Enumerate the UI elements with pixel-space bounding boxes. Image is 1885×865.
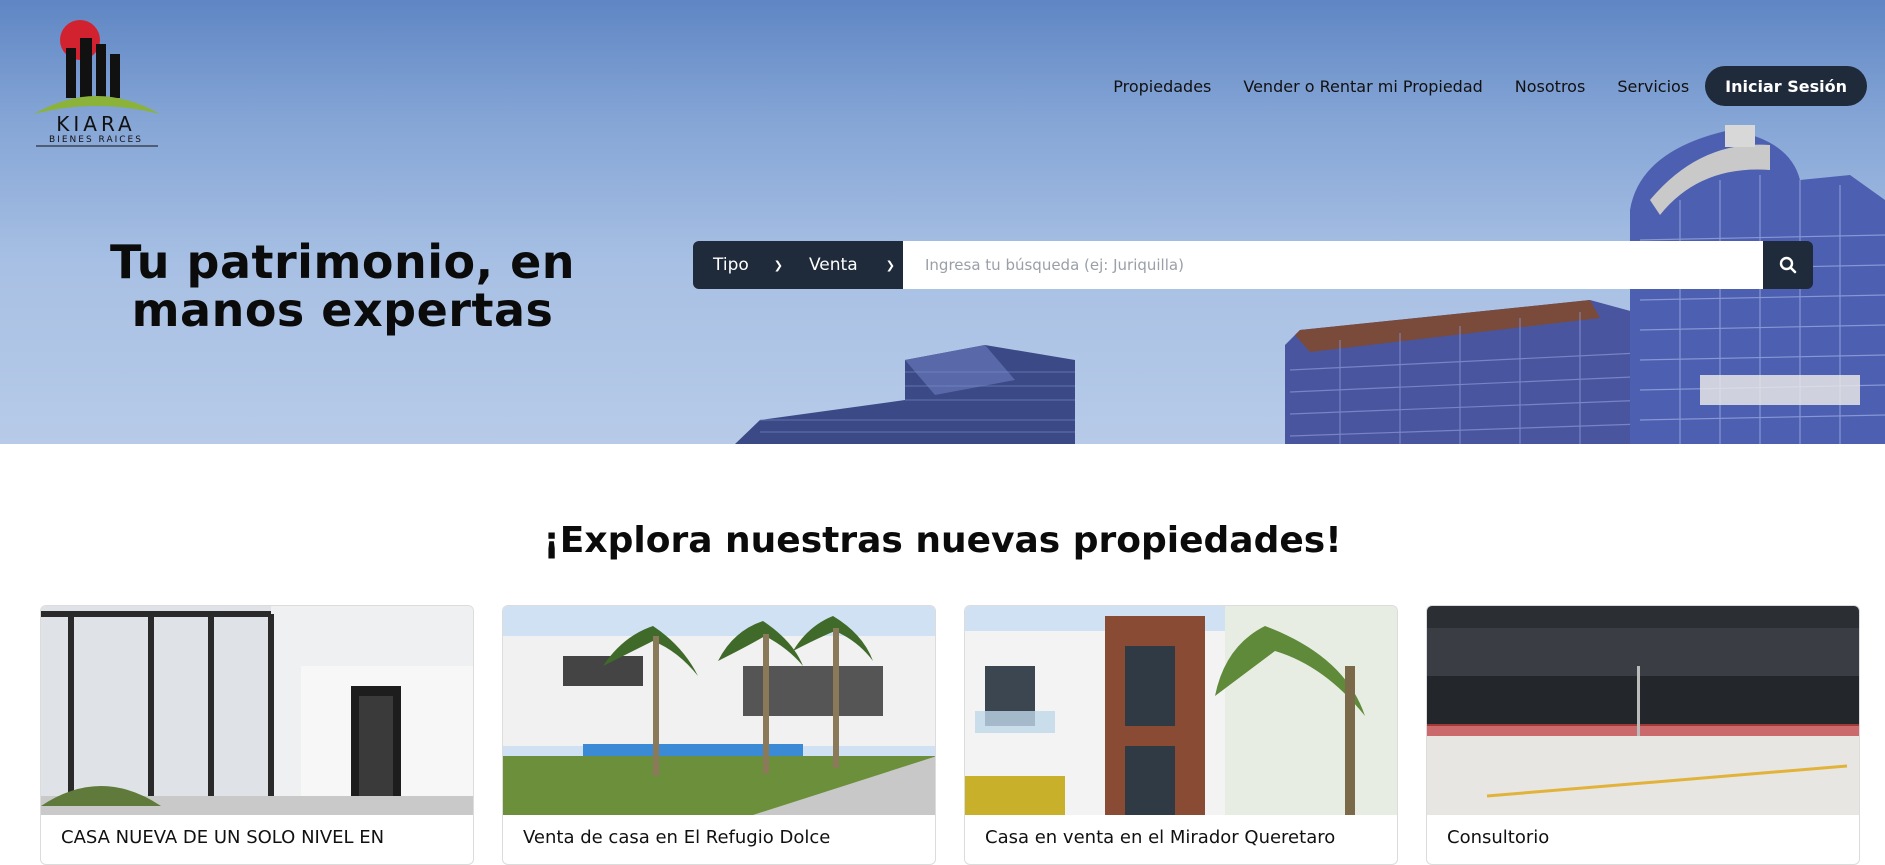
hero-headline-line2: manos expertas [131, 283, 554, 337]
property-search-bar: Tipo ❯ Venta ❯ [693, 241, 1813, 289]
hero-headline: Tu patrimonio, en manos expertas [90, 238, 595, 334]
property-card[interactable]: Casa en venta en el Mirador Queretaro [964, 605, 1398, 865]
section-title: ¡Explora nuestras nuevas propiedades! [543, 520, 1342, 561]
brand-tagline: BIENES RAICES [49, 135, 143, 145]
property-title: Consultorio [1447, 827, 1550, 848]
nav-item-propiedades[interactable]: Propiedades [1113, 77, 1211, 96]
property-card[interactable]: CASA NUEVA DE UN SOLO NIVEL EN [40, 605, 474, 865]
operacion-select[interactable]: Venta ❯ [793, 241, 903, 289]
property-title: Venta de casa en El Refugio Dolce [523, 827, 831, 848]
property-card[interactable]: Venta de casa en El Refugio Dolce [502, 605, 936, 865]
property-card[interactable]: Consultorio [1426, 605, 1860, 865]
hero-banner: KIARA BIENES RAICES Propiedades Vender o… [0, 0, 1885, 444]
search-input[interactable] [903, 241, 1763, 289]
chevron-down-icon: ❯ [885, 258, 895, 272]
chevron-down-icon: ❯ [773, 258, 783, 272]
property-photo [41, 606, 473, 815]
tipo-select-label: Tipo [713, 255, 749, 275]
search-icon [1779, 256, 1797, 274]
login-button[interactable]: Iniciar Sesión [1705, 66, 1867, 106]
property-photo [965, 606, 1397, 815]
property-photo [503, 606, 935, 815]
property-card-list: CASA NUEVA DE UN SOLO NIVEL EN Venta de … [40, 605, 1860, 865]
property-photo [1427, 606, 1859, 815]
property-title: Casa en venta en el Mirador Queretaro [985, 827, 1336, 848]
hero-headline-line1: Tu patrimonio, en [109, 235, 576, 289]
nav-item-servicios[interactable]: Servicios [1617, 77, 1689, 96]
operacion-select-label: Venta [809, 255, 858, 275]
kiara-logo[interactable]: KIARA BIENES RAICES [30, 18, 162, 150]
nav-item-nosotros[interactable]: Nosotros [1515, 77, 1586, 96]
nav-item-vender-rentar[interactable]: Vender o Rentar mi Propiedad [1243, 77, 1482, 96]
main-nav: Propiedades Vender o Rentar mi Propiedad… [1113, 66, 1867, 106]
property-title: CASA NUEVA DE UN SOLO NIVEL EN [61, 827, 385, 848]
brand-name: KIARA [56, 112, 136, 136]
tipo-select[interactable]: Tipo ❯ [693, 241, 793, 289]
search-button[interactable] [1763, 241, 1813, 289]
